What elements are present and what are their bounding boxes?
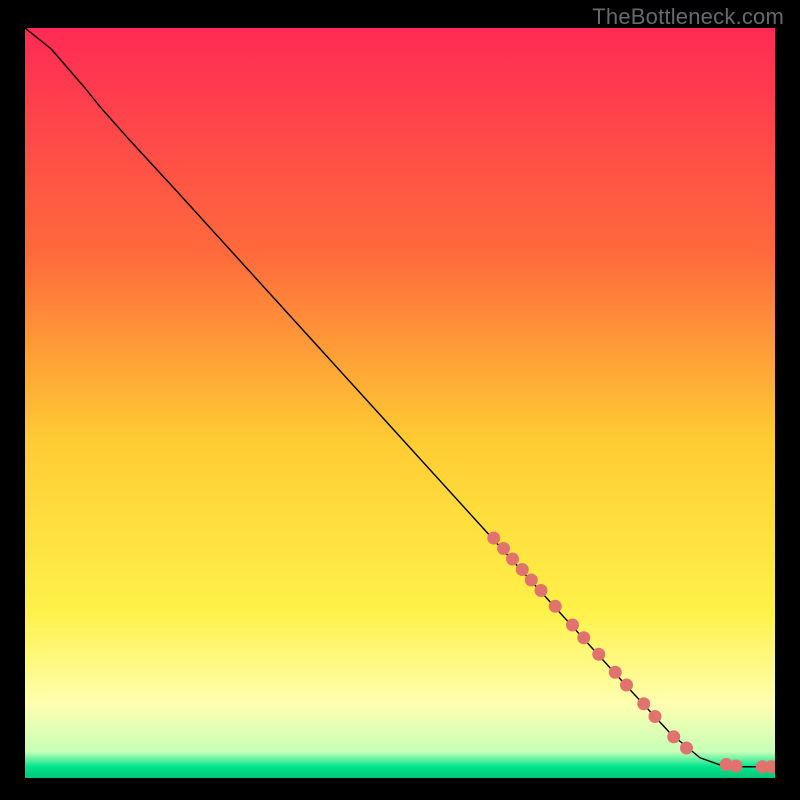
data-marker — [609, 666, 622, 679]
chart-svg — [25, 28, 775, 778]
data-marker — [620, 679, 633, 692]
data-marker — [497, 542, 510, 555]
data-marker — [566, 619, 579, 632]
data-marker — [487, 532, 500, 545]
plot-area — [25, 28, 775, 778]
data-marker — [516, 563, 529, 576]
data-marker — [649, 710, 662, 723]
data-marker — [680, 742, 693, 755]
data-marker — [525, 574, 538, 587]
data-marker — [592, 648, 605, 661]
data-marker — [506, 553, 519, 566]
data-marker — [577, 631, 590, 644]
data-marker — [637, 697, 650, 710]
data-marker — [667, 730, 680, 743]
data-marker — [730, 760, 743, 773]
chart-stage: TheBottleneck.com — [0, 0, 800, 800]
data-marker — [535, 584, 548, 597]
data-marker — [549, 600, 562, 613]
watermark-text: TheBottleneck.com — [592, 4, 784, 30]
chart-background — [25, 28, 775, 778]
